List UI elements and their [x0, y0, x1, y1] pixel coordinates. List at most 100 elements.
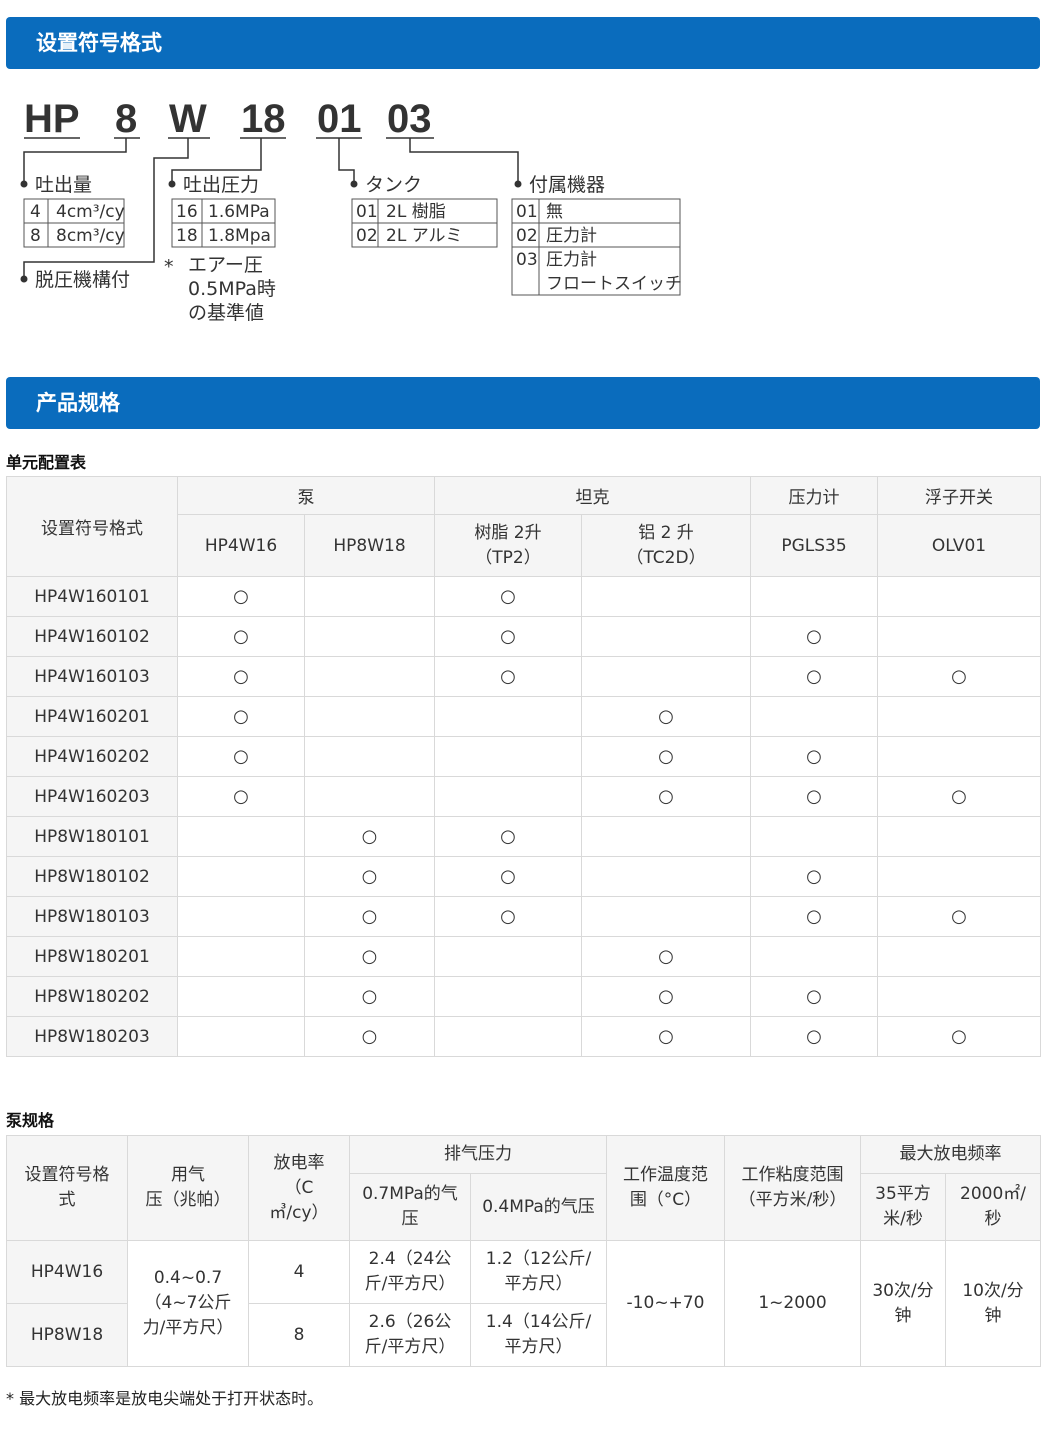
included-mark: ○ [361, 946, 378, 967]
spec-header-35-l1: 35平方 [875, 1184, 931, 1204]
config-cell: ○ [750, 776, 878, 817]
config-cell [177, 976, 305, 1017]
included-mark: ○ [500, 826, 516, 847]
included-mark: ○ [233, 746, 249, 767]
spec-header-temp-l1: 工作温度范 [623, 1165, 708, 1185]
spec-freq35-l1: 30次/分 [872, 1280, 934, 1301]
spec-p04-l2: 平方尺） [504, 1274, 573, 1294]
config-cell [750, 816, 878, 857]
spec-freq2000-l1: 10次/分 [962, 1280, 1024, 1301]
included-mark: ○ [658, 786, 674, 807]
spec-p04-value: 1.4（14公斤/ 平方尺） [470, 1303, 607, 1367]
accessory-value-2: 圧力計 [546, 226, 597, 246]
config-cell [877, 576, 1041, 617]
config-cell: ○ [304, 896, 435, 937]
config-table-body: HP4W160101 ○ ○ HP4W160102 ○ ○ ○ HP4W160103 ○ ○ ○ ○ H… [6, 576, 1041, 1057]
included-mark: ○ [361, 1026, 378, 1047]
col-header-tp2-line2: （TP2） [475, 547, 541, 568]
tank-value-2: 2L アルミ [386, 226, 463, 246]
spec-header-air: 用气 压（兆帕） [127, 1135, 249, 1241]
spec-p04-value: 1.2（12公斤/ 平方尺） [470, 1240, 607, 1304]
pressure-note-line-2: 0.5MPa時 [188, 278, 276, 300]
config-cell [177, 816, 305, 857]
spec-header-exhaust: 排气压力 [349, 1135, 607, 1174]
config-cell [581, 616, 751, 657]
spec-row-code: HP8W18 [6, 1303, 128, 1367]
config-table: 设置符号格式 泵 坦克 压力计 浮子开关 HP4W16 HP8W18 树脂 2升… [6, 476, 1041, 1057]
spec-p07-l1: 2.4（24公 [368, 1249, 452, 1269]
included-mark: ○ [951, 906, 967, 927]
config-cell [877, 856, 1041, 897]
config-cell: ○ [304, 936, 435, 977]
config-cell [304, 576, 435, 617]
config-cell [304, 736, 435, 777]
accessory-value-3b: フロートスイッチ [546, 274, 682, 294]
config-row-code: HP8W180202 [6, 976, 178, 1017]
config-cell: ○ [434, 576, 582, 617]
config-cell [581, 856, 751, 897]
spec-p07-value: 2.4（24公 斤/平方尺） [349, 1240, 471, 1304]
spec-rate-value: 4 [248, 1240, 350, 1304]
spec-header-2000-l1: 2000㎡/ [960, 1184, 1026, 1204]
config-cell: ○ [581, 736, 751, 777]
config-cell [581, 656, 751, 697]
col-header-tc2d-line2: （TC2D） [626, 547, 706, 568]
col-header-tp2-line1: 树脂 2升 [474, 522, 542, 543]
spec-header-code: 设置符号格 式 [6, 1135, 128, 1241]
discharge-code-1: 4 [30, 202, 41, 222]
spec-row-code: HP4W16 [6, 1240, 128, 1304]
spec-header-visc-l1: 工作粘度范围 [741, 1165, 844, 1185]
config-cell [434, 776, 582, 817]
section-header-specs: 产品规格 [6, 377, 1040, 429]
config-cell: ○ [877, 656, 1041, 697]
config-cell [177, 1016, 305, 1057]
config-cell [434, 1016, 582, 1057]
config-cell: ○ [177, 696, 305, 737]
col-header-tp2: 树脂 2升 （TP2） [434, 514, 582, 577]
included-mark: ○ [806, 786, 822, 807]
spec-air-l2: （4~7公斤 [144, 1293, 232, 1313]
discharge-value-2: 8cm³/cy [56, 226, 125, 246]
config-row: HP8W180203 ○ ○ ○ ○ [6, 1016, 1041, 1057]
config-cell [434, 736, 582, 777]
config-cell [877, 816, 1041, 857]
config-row: HP4W160102 ○ ○ ○ [6, 616, 1041, 657]
spec-header-temp-l2: 围（°C） [629, 1190, 702, 1210]
code-series: HP [24, 97, 80, 141]
included-mark: ○ [500, 906, 516, 927]
config-row-code: HP4W160202 [6, 736, 178, 777]
footnote: * 最大放电频率是放电尖端处于打开状态时。 [6, 1389, 324, 1408]
col-header-olv01: OLV01 [877, 514, 1041, 577]
config-cell [304, 776, 435, 817]
pressure-code-2: 18 [176, 226, 198, 246]
included-mark: ○ [658, 1026, 674, 1047]
spec-header-07: 0.7MPa的气 压 [349, 1173, 471, 1241]
spec-p04-l1: 1.4（14公斤/ [485, 1312, 592, 1332]
included-mark: ○ [806, 746, 822, 767]
config-row: HP8W180103 ○ ○ ○ ○ [6, 896, 1041, 937]
relief-label: 脱圧機構付 [35, 269, 130, 291]
config-row-code: HP8W180203 [6, 1016, 178, 1057]
config-table-title: 单元配置表 [6, 453, 87, 472]
discharge-value-1: 4cm³/cy [56, 202, 125, 222]
config-cell: ○ [877, 776, 1041, 817]
spec-p07-l2: 斤/平方尺） [364, 1274, 456, 1294]
config-row: HP4W160202 ○ ○ ○ [6, 736, 1041, 777]
pressure-value-2: 1.8Mpa [208, 226, 271, 246]
spec-freq35-value: 30次/分 钟 [860, 1240, 946, 1367]
spec-header-2000-l2: 秒 [984, 1209, 1002, 1229]
pressure-note-line-1: エアー圧 [188, 254, 263, 276]
config-row: HP8W180101 ○ ○ [6, 816, 1041, 857]
config-cell: ○ [750, 656, 878, 697]
code-pressure: 18 [241, 97, 286, 141]
spec-header-35: 35平方 米/秒 [860, 1173, 946, 1241]
spec-air-l1: 0.4~0.7 [153, 1268, 223, 1288]
config-cell: ○ [434, 896, 582, 937]
config-cell: ○ [581, 936, 751, 977]
included-mark: ○ [951, 1026, 967, 1047]
config-cell: ○ [877, 1016, 1041, 1057]
code-tank: 01 [317, 97, 362, 141]
included-mark: ○ [233, 666, 249, 687]
included-mark: ○ [806, 906, 822, 927]
tank-label: タンク [365, 174, 422, 196]
